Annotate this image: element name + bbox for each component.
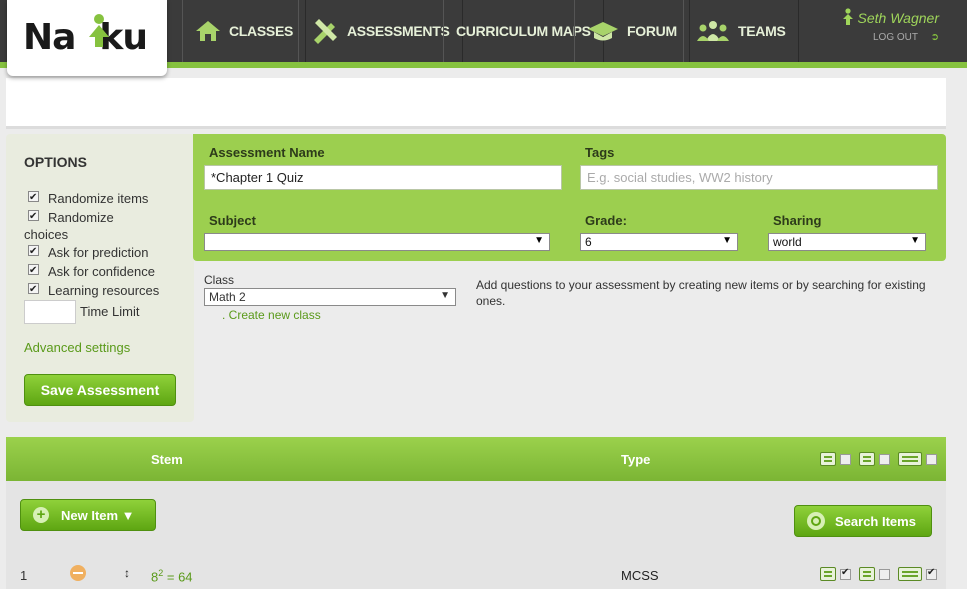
grid-view-icon bbox=[859, 567, 875, 581]
randomize-items-checkbox[interactable] bbox=[28, 189, 39, 206]
nav-curriculum-maps-label: CURRICULUM MAPS bbox=[456, 23, 591, 39]
options-title: OPTIONS bbox=[24, 154, 88, 170]
option-ask-prediction[interactable]: Ask for prediction bbox=[28, 243, 148, 261]
time-limit-input[interactable] bbox=[24, 300, 76, 324]
create-new-class-link[interactable]: . Create new class bbox=[222, 308, 321, 322]
nav-teams[interactable]: TEAMS bbox=[683, 0, 799, 62]
user-area: Seth Wagner LOG OUT ➲ bbox=[842, 8, 939, 43]
ask-prediction-checkbox[interactable] bbox=[28, 243, 39, 260]
assessment-name-input[interactable]: *Chapter 1 Quiz bbox=[204, 165, 562, 190]
logout-link[interactable]: LOG OUT ➲ bbox=[842, 32, 939, 43]
new-item-button[interactable]: + New Item ▼ bbox=[20, 499, 156, 531]
stem-column-header: Stem bbox=[151, 452, 183, 467]
chevron-down-icon: ▼ bbox=[910, 235, 920, 246]
search-icon bbox=[807, 512, 825, 530]
grade-label: Grade: bbox=[585, 213, 627, 228]
grade-select[interactable]: 6 ▼ bbox=[580, 233, 738, 251]
row-toggles bbox=[820, 567, 941, 581]
items-table-header: Stem Type bbox=[6, 437, 946, 481]
row-number: 1 bbox=[20, 568, 28, 583]
sharing-label: Sharing bbox=[773, 213, 822, 228]
toggle-checkbox-3[interactable] bbox=[926, 453, 937, 465]
list-view-icon bbox=[820, 567, 836, 581]
ask-confidence-checkbox[interactable] bbox=[28, 262, 39, 279]
type-column-header: Type bbox=[621, 452, 651, 467]
time-limit-label: Time Limit bbox=[80, 304, 140, 319]
divider bbox=[6, 126, 946, 129]
item-type: MCSS bbox=[621, 568, 659, 583]
user-pin-icon bbox=[842, 8, 853, 25]
nav-assessments[interactable]: ASSESSMENTS bbox=[298, 0, 463, 62]
advanced-settings-link[interactable]: Advanced settings bbox=[24, 340, 130, 355]
assessment-form: Assessment Name *Chapter 1 Quiz Tags E.g… bbox=[193, 134, 946, 261]
detail-view-icon bbox=[898, 452, 922, 466]
nav-forum-label: FORUM bbox=[627, 23, 677, 39]
class-label: Class bbox=[204, 273, 235, 287]
item-stem-link[interactable]: 82 = 64 bbox=[151, 568, 193, 584]
row-toggle-checkbox-3[interactable] bbox=[926, 567, 937, 580]
nav-teams-label: TEAMS bbox=[738, 23, 786, 39]
subject-label: Subject bbox=[209, 213, 256, 228]
nav-classes[interactable]: CLASSES bbox=[182, 0, 307, 62]
graduation-cap-icon bbox=[588, 22, 618, 41]
chevron-down-icon: ▼ bbox=[440, 290, 450, 301]
subject-select[interactable]: ▼ bbox=[204, 233, 550, 251]
row-toggle-checkbox-2[interactable] bbox=[879, 568, 890, 580]
sharing-select[interactable]: world ▼ bbox=[768, 233, 926, 251]
grid-view-icon bbox=[859, 452, 875, 466]
header-band bbox=[6, 78, 946, 126]
list-view-icon bbox=[820, 452, 836, 466]
logout-icon: ➲ bbox=[930, 32, 939, 43]
search-items-button[interactable]: Search Items bbox=[794, 505, 932, 537]
pencil-ruler-icon bbox=[314, 19, 337, 44]
nav-assessments-label: ASSESSMENTS bbox=[347, 23, 450, 39]
class-select[interactable]: Math 2 ▼ bbox=[204, 288, 456, 306]
save-assessment-button[interactable]: Save Assessment bbox=[24, 374, 176, 406]
tags-label: Tags bbox=[585, 145, 615, 160]
learning-resources-checkbox[interactable] bbox=[28, 281, 39, 298]
toggle-checkbox-2[interactable] bbox=[879, 453, 890, 465]
chevron-down-icon: ▼ bbox=[722, 235, 732, 246]
nav-classes-label: CLASSES bbox=[229, 23, 294, 39]
options-panel: OPTIONS Randomize items Randomize choice… bbox=[6, 134, 194, 422]
nav-forum[interactable]: FORUM bbox=[574, 0, 690, 62]
toggle-checkbox-1[interactable] bbox=[840, 453, 851, 465]
house-icon bbox=[196, 21, 220, 41]
column-toggles bbox=[820, 452, 941, 466]
user-name[interactable]: Seth Wagner bbox=[842, 8, 939, 26]
option-randomize-choices[interactable]: Randomize choices bbox=[24, 208, 144, 243]
tags-input[interactable]: E.g. social studies, WW2 history bbox=[580, 165, 938, 190]
remove-item-icon[interactable] bbox=[70, 565, 86, 581]
detail-view-icon bbox=[898, 567, 922, 581]
randomize-choices-checkbox[interactable] bbox=[28, 208, 39, 225]
add-questions-hint: Add questions to your assessment by crea… bbox=[476, 278, 926, 308]
row-toggle-checkbox-1[interactable] bbox=[840, 567, 851, 580]
option-learning-resources[interactable]: Learning resources bbox=[28, 281, 159, 299]
logo-pin-icon bbox=[89, 14, 109, 47]
option-randomize-items[interactable]: Randomize items bbox=[28, 189, 148, 207]
team-icon bbox=[697, 21, 729, 41]
assessment-name-label: Assessment Name bbox=[209, 145, 325, 160]
drag-handle-icon[interactable]: ↕ bbox=[124, 566, 130, 580]
option-ask-confidence[interactable]: Ask for confidence bbox=[28, 262, 155, 280]
logo[interactable]: Na ku bbox=[7, 0, 167, 76]
plus-icon: + bbox=[33, 507, 49, 523]
chevron-down-icon: ▼ bbox=[534, 235, 544, 246]
